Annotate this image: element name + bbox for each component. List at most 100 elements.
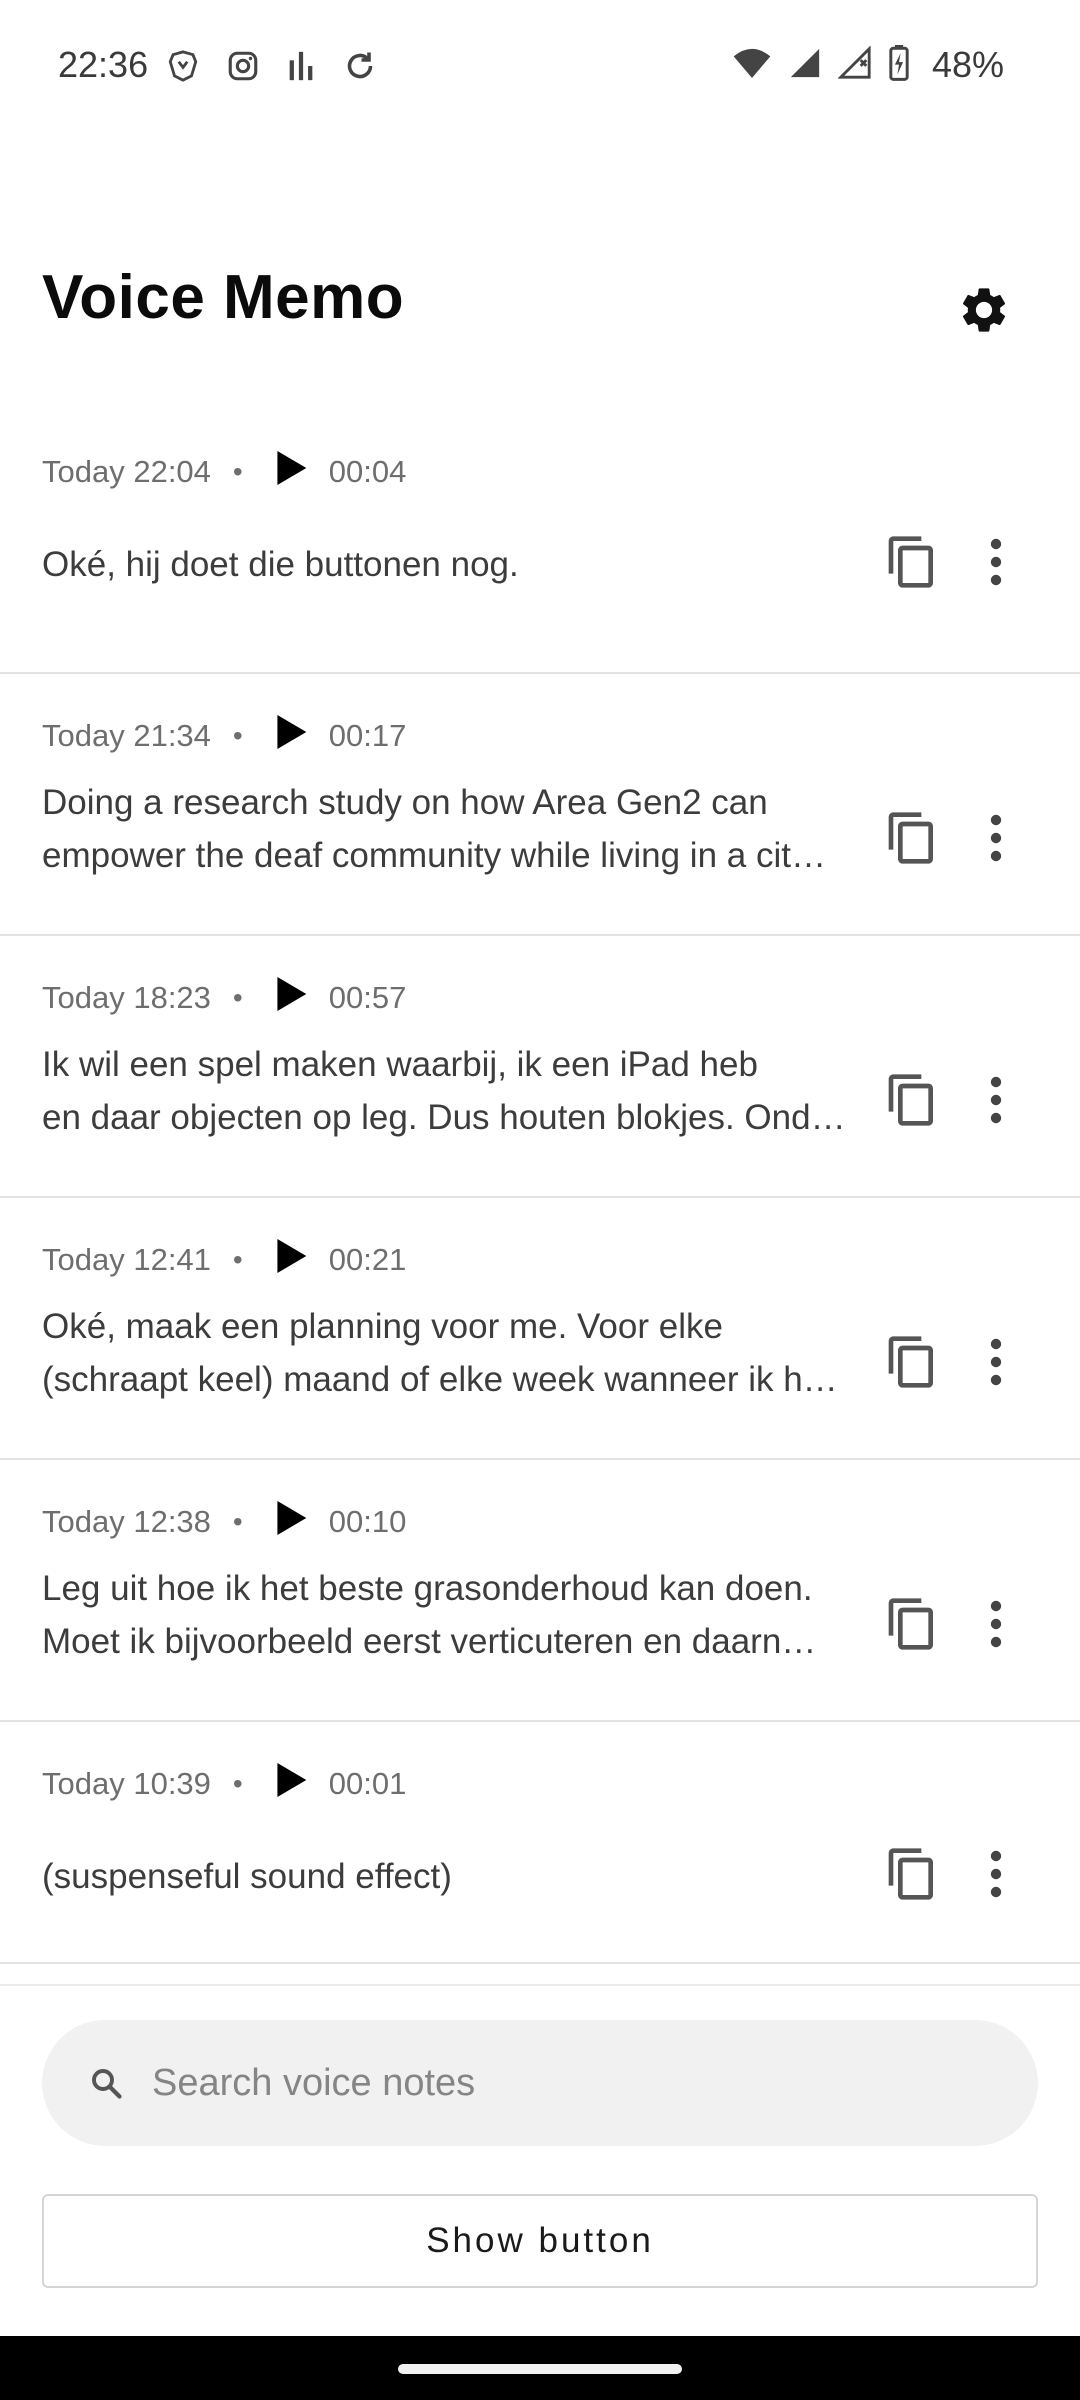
memo-item[interactable]: Today 22:04 • 00:04 Oké, hij doet die butto… <box>0 410 1080 674</box>
battery-charging-icon <box>888 44 910 86</box>
copy-icon <box>884 532 940 597</box>
play-button[interactable] <box>263 1232 319 1288</box>
brave-icon <box>166 49 200 88</box>
memo-meta: Today 12:38 • 00:10 <box>42 1494 406 1550</box>
play-button[interactable] <box>263 1494 319 1550</box>
memo-list: Today 22:04 • 00:04 Oké, hij doet die butto… <box>0 410 1080 1964</box>
status-bar: 22:36 48% <box>0 0 1080 130</box>
notification-icons <box>166 48 378 89</box>
play-icon <box>274 1761 308 1807</box>
search-input[interactable] <box>150 2060 1014 2106</box>
memo-item[interactable]: Today 12:41 • 00:21 Oké, maak een planning … <box>0 1198 1080 1460</box>
transcript-line: (suspenseful sound effect) <box>42 1857 452 1896</box>
sync-icon <box>342 48 378 89</box>
settings-button[interactable] <box>952 280 1016 344</box>
memo-timestamp: Today 12:38 <box>42 1504 211 1539</box>
copy-icon <box>884 1332 940 1397</box>
search-bar[interactable] <box>42 2020 1038 2146</box>
home-gesture-handle[interactable] <box>398 2364 682 2374</box>
transcript-line: Ik wil een spel maken waarbij, ik een iP… <box>42 1045 758 1084</box>
play-button[interactable] <box>263 1756 319 1812</box>
transcript-line: Doing a research study on how Area Gen2 … <box>42 783 768 822</box>
memo-timestamp: Today 18:23 <box>42 980 211 1015</box>
transcript-line: en daar objecten op leg. Dus houten blok… <box>42 1098 846 1137</box>
more-vertical-icon <box>989 1850 1003 1903</box>
copy-button[interactable] <box>880 1594 944 1658</box>
memo-item[interactable]: Today 10:39 • 00:01 (suspenseful sound effe… <box>0 1722 1080 1964</box>
copy-button[interactable] <box>880 1070 944 1134</box>
system-icons: 48% <box>732 44 1004 86</box>
more-options-button[interactable] <box>966 1844 1026 1908</box>
meta-separator: • <box>232 982 243 1013</box>
play-button[interactable] <box>263 444 319 500</box>
more-vertical-icon <box>989 1076 1003 1129</box>
meta-separator: • <box>232 720 243 751</box>
show-button[interactable]: Show button <box>42 2194 1038 2288</box>
memo-item[interactable]: Today 12:38 • 00:10 Leg uit hoe ik het best… <box>0 1460 1080 1722</box>
transcript-line: Moet ik bijvoorbeeld eerst verticuteren … <box>42 1622 817 1661</box>
bar-chart-icon <box>286 49 316 88</box>
play-icon <box>274 1499 308 1545</box>
more-options-button[interactable] <box>966 1070 1026 1134</box>
copy-button[interactable] <box>880 532 944 596</box>
more-options-button[interactable] <box>966 1332 1026 1396</box>
transcript-line: empower the deaf community while living … <box>42 836 826 875</box>
play-icon <box>274 975 308 1021</box>
copy-icon <box>884 808 940 873</box>
play-icon <box>274 1237 308 1283</box>
more-options-button[interactable] <box>966 532 1026 596</box>
battery-percentage: 48% <box>931 44 1004 85</box>
play-button[interactable] <box>263 970 319 1026</box>
copy-button[interactable] <box>880 808 944 872</box>
memo-duration: 00:21 <box>328 1242 407 1277</box>
memo-meta: Today 21:34 • 00:17 <box>42 708 406 764</box>
memo-timestamp: Today 21:34 <box>42 718 211 753</box>
memo-duration: 00:04 <box>328 454 407 489</box>
divider <box>0 1984 1080 1986</box>
status-time: 22:36 <box>58 44 149 85</box>
navigation-bar <box>0 2336 1080 2400</box>
memo-transcript[interactable]: Oké, maak een planning voor me. Voor elk… <box>42 1300 866 1406</box>
memo-meta: Today 12:41 • 00:21 <box>42 1232 406 1288</box>
more-vertical-icon <box>989 1600 1003 1653</box>
page-title: Voice Memo <box>42 263 405 332</box>
copy-icon <box>884 1844 940 1909</box>
search-icon <box>84 2061 128 2105</box>
copy-icon <box>884 1070 940 1135</box>
transcript-line: Oké, hij doet die buttonen nog. <box>42 545 519 584</box>
play-icon <box>274 449 308 495</box>
play-icon <box>274 713 308 759</box>
transcript-line: (schraapt keel) maand of elke week wanne… <box>42 1360 838 1399</box>
meta-separator: • <box>232 1244 243 1275</box>
memo-timestamp: Today 12:41 <box>42 1242 211 1277</box>
more-vertical-icon <box>989 814 1003 867</box>
memo-meta: Today 22:04 • 00:04 <box>42 444 406 500</box>
memo-duration: 00:57 <box>328 980 407 1015</box>
gear-icon <box>957 283 1011 342</box>
copy-icon <box>884 1594 940 1659</box>
memo-transcript[interactable]: Doing a research study on how Area Gen2 … <box>42 776 866 882</box>
memo-timestamp: Today 10:39 <box>42 1766 211 1801</box>
instagram-icon <box>226 49 260 88</box>
memo-item[interactable]: Today 18:23 • 00:57 Ik wil een spel maken w… <box>0 936 1080 1198</box>
memo-item[interactable]: Today 21:34 • 00:17 Doing a research study … <box>0 674 1080 936</box>
wifi-icon <box>732 46 772 85</box>
copy-button[interactable] <box>880 1332 944 1396</box>
more-options-button[interactable] <box>966 1594 1026 1658</box>
signal-no-service-icon <box>837 44 872 85</box>
memo-meta: Today 18:23 • 00:57 <box>42 970 406 1026</box>
memo-transcript[interactable]: Leg uit hoe ik het beste grasonderhoud k… <box>42 1562 866 1668</box>
more-options-button[interactable] <box>966 808 1026 872</box>
memo-timestamp: Today 22:04 <box>42 454 211 489</box>
signal-icon <box>788 46 822 85</box>
memo-duration: 00:10 <box>328 1504 407 1539</box>
memo-transcript[interactable]: Ik wil een spel maken waarbij, ik een iP… <box>42 1038 866 1144</box>
copy-button[interactable] <box>880 1844 944 1908</box>
more-vertical-icon <box>989 538 1003 591</box>
play-button[interactable] <box>263 708 319 764</box>
more-vertical-icon <box>989 1338 1003 1391</box>
memo-transcript[interactable]: (suspenseful sound effect) <box>42 1850 866 1903</box>
transcript-line: Leg uit hoe ik het beste grasonderhoud k… <box>42 1569 813 1608</box>
memo-transcript[interactable]: Oké, hij doet die buttonen nog. <box>42 538 866 591</box>
transcript-line: Oké, maak een planning voor me. Voor elk… <box>42 1307 723 1346</box>
